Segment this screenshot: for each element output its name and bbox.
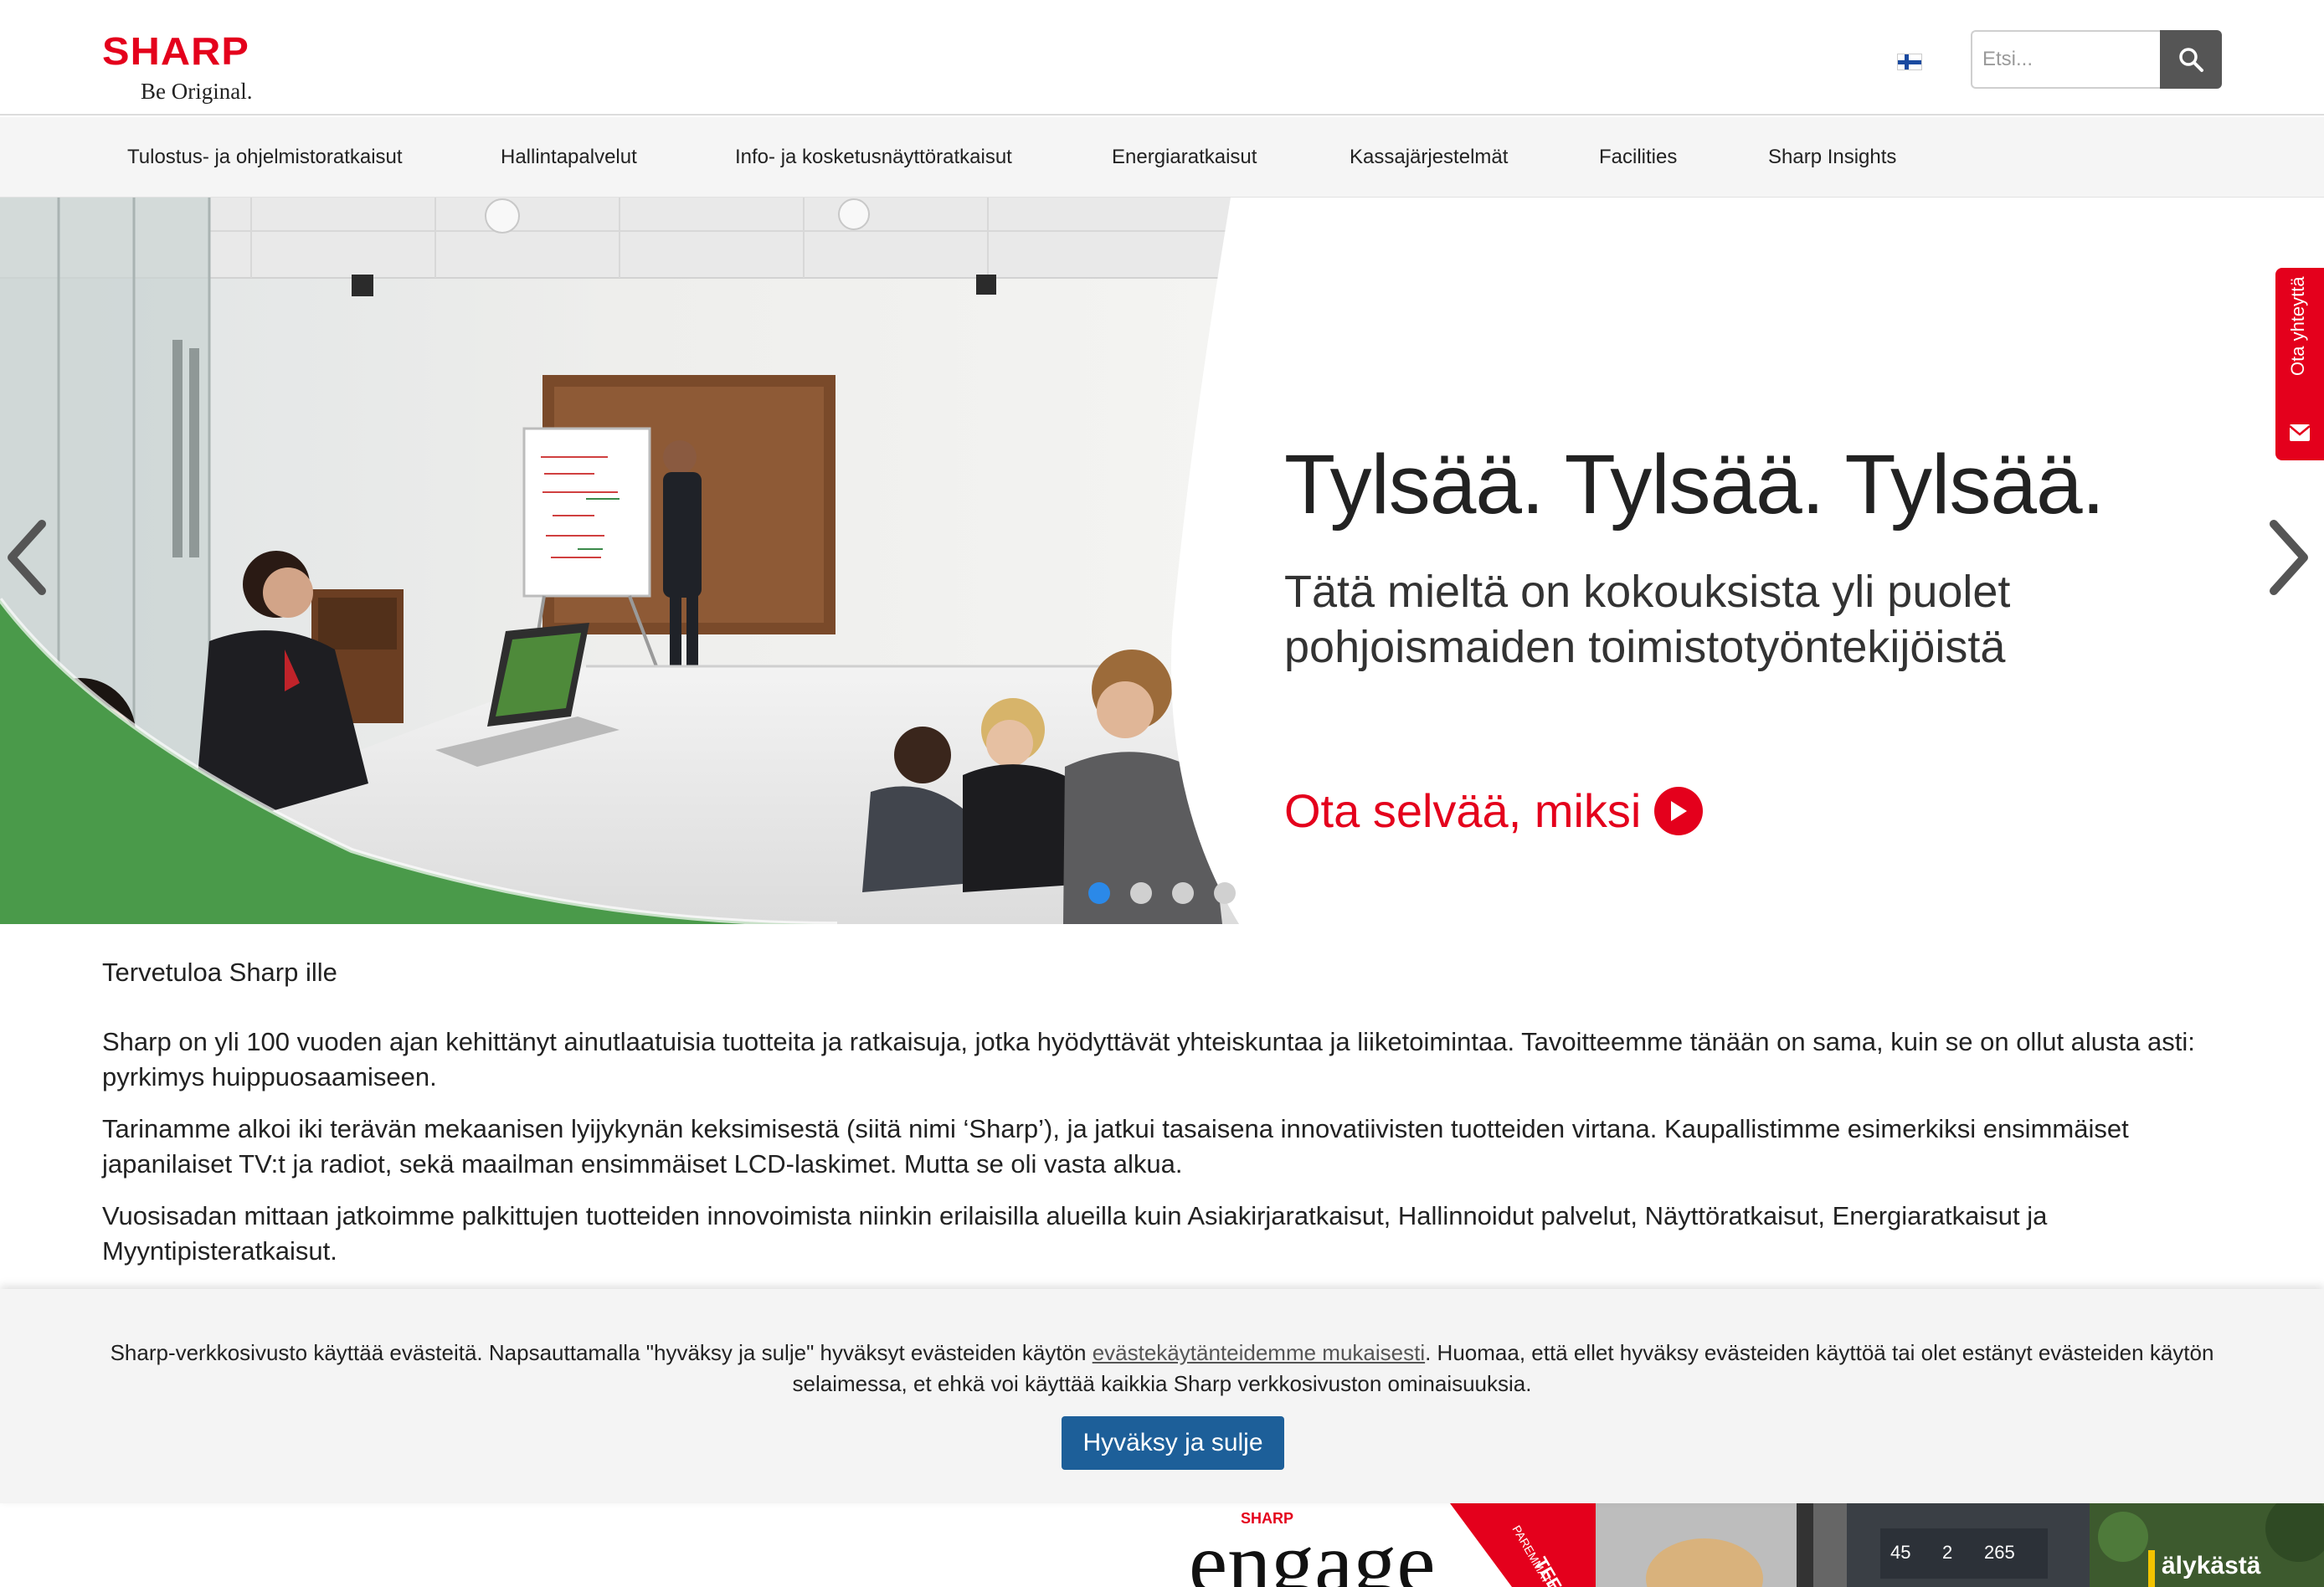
dashboard-value-2: 2 [1942,1542,1952,1563]
hero-subtitle-line2: pohjoismaiden toimistotyöntekijöistä [1284,622,2006,672]
chevron-left-icon [8,520,46,595]
nav-item-managed-services[interactable]: Hallintapalvelut [501,117,637,198]
finland-flag-icon[interactable] [1897,54,1922,70]
intro-paragraph: Tarinamme alkoi iki terävän mekaanisen l… [102,1114,2129,1179]
hero-carousel: Tylsää. Tylsää. Tylsää. Tätä mieltä on k… [0,198,2324,924]
search-input[interactable] [1971,30,2162,89]
carousel-next-button[interactable] [2257,507,2316,608]
intro-heading: Tervetuloa Sharp ille [102,958,337,987]
hero-cta-link[interactable]: Ota selvää, miksi [1284,783,1704,838]
carousel-dot-1[interactable] [1088,882,1110,904]
intro-paragraph: Sharp on yli 100 vuoden ajan kehittänyt … [102,1027,2195,1091]
sharp-logo[interactable]: SHARP Be Original. [102,28,295,105]
carousel-dot-2[interactable] [1130,882,1152,904]
main-nav: Tulostus- ja ohjelmistoratkaisut Hallint… [0,117,2324,198]
carousel-dot-4[interactable] [1214,882,1236,904]
chevron-right-icon [2270,520,2308,595]
search-button[interactable] [2160,30,2222,89]
mail-icon [2289,424,2311,441]
nav-item-energy-solutions[interactable]: Energiaratkaisut [1112,117,1257,198]
contact-us-label: Ota yhteyttä [2287,276,2308,376]
intro-section: Tervetuloa Sharp ille Sharp on yli 100 v… [102,954,2229,1286]
nav-item-display-solutions[interactable]: Info- ja kosketusnäyttöratkaisut [735,117,1012,198]
dashboard-value-1: 45 [1890,1542,1910,1563]
carousel-prev-button[interactable] [0,507,59,608]
play-circle-icon [1654,786,1704,835]
hero-subtitle-line1: Tätä mieltä on kokouksista yli puolet [1284,567,2011,617]
nav-item-pos-systems[interactable]: Kassajärjestelmät [1350,117,1508,198]
logo-wordmark: SHARP [102,29,249,73]
cookie-banner: Sharp-verkkosivusto käyttää evästeitä. N… [0,1289,2324,1503]
search-icon [2179,48,2203,72]
nav-item-printing-software[interactable]: Tulostus- ja ohjelmistoratkaisut [127,117,403,198]
carousel-dot-3[interactable] [1172,882,1194,904]
intro-paragraph: Vuosisadan mittaan jatkoimme palkittujen… [102,1201,2048,1266]
cookie-text-before: Sharp-verkkosivusto käyttää evästeitä. N… [110,1340,1093,1365]
nav-item-sharp-insights[interactable]: Sharp Insights [1768,117,1896,198]
logo-tagline: Be Original. [141,79,253,104]
contact-us-tab[interactable]: Ota yhteyttä [2275,268,2324,460]
hero-meeting-photo [0,198,1239,924]
accept-cookies-button[interactable]: Hyväksy ja sulje [1062,1416,1284,1470]
site-header: SHARP Be Original. [0,0,2324,116]
engage-title: engage [1189,1515,1435,1587]
cookie-policy-link[interactable]: evästekäytänteidemme mukaisesti [1093,1340,1425,1365]
nav-item-facilities[interactable]: Facilities [1599,117,1677,198]
hero-title: Tylsää. Tylsää. Tylsää. [1284,438,2105,532]
bottom-promo-tiles: SHARP engage TEEMA PAREMMAT KOKO 45 2 26… [1160,1503,2324,1587]
hero-cta-label: Ota selvää, miksi [1284,784,1642,837]
smart-tile-title: älykästä [2162,1552,2261,1579]
cookie-message: Sharp-verkkosivusto käyttää evästeitä. N… [84,1338,2240,1400]
dashboard-value-3: 265 [1984,1542,2015,1563]
